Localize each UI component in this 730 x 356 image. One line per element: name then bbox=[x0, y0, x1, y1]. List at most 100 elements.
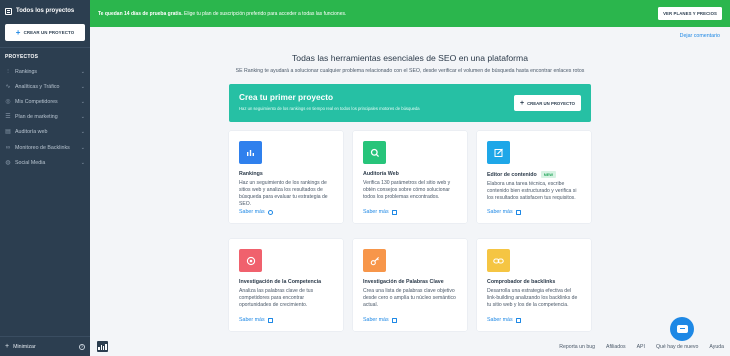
learn-more-link[interactable]: Saber más bbox=[363, 209, 397, 215]
sidebar-item-social[interactable]: ◍ Social Media ⌄ bbox=[0, 155, 90, 170]
chevron-down-icon: ⌄ bbox=[80, 68, 85, 75]
bar-chart-icon bbox=[247, 150, 254, 156]
learn-more-link[interactable]: Saber más bbox=[239, 209, 273, 215]
trial-days-left: Te quedan 14 días de prueba gratis. bbox=[98, 10, 183, 17]
learn-more-label: Saber más bbox=[487, 209, 513, 215]
sidebar-item-analytics[interactable]: ∿ Analíticas y Tráfico ⌄ bbox=[0, 79, 90, 94]
card-icon-box bbox=[487, 249, 510, 272]
target-icon bbox=[246, 256, 255, 265]
footer-link-api[interactable]: API bbox=[637, 344, 645, 350]
social-icon: ◍ bbox=[5, 159, 11, 166]
sidebar: Todos los proyectos + CREAR UN PROYECTO … bbox=[0, 0, 90, 356]
card-title: Comprobador de backlinks bbox=[487, 279, 581, 285]
footer-links: Reporta un bug Afiliados API Qué hay de … bbox=[559, 344, 724, 350]
tool-card-rankings[interactable]: Rankings Haz un seguimiento de los ranki… bbox=[229, 131, 343, 223]
hero-create-project-label: CREAR UN PROYECTO bbox=[527, 100, 575, 106]
sidebar-item-competitors[interactable]: ◎ Mis Competidores ⌄ bbox=[0, 94, 90, 109]
minimize-label: Minimizar bbox=[13, 343, 36, 350]
chevron-down-icon: ⌄ bbox=[80, 83, 85, 90]
hero-create-project-button[interactable]: + CREAR UN PROYECTO bbox=[513, 95, 581, 111]
leave-feedback-link[interactable]: Dejar comentario bbox=[680, 33, 720, 39]
footer-link-affiliates[interactable]: Afiliados bbox=[606, 344, 626, 350]
page-title: Todas las herramientas esenciales de SEO… bbox=[292, 53, 528, 63]
chat-bubble-icon bbox=[676, 325, 688, 333]
card-icon-box bbox=[239, 141, 262, 164]
chevron-down-icon: ⌄ bbox=[80, 129, 85, 136]
plus-icon: + bbox=[519, 99, 525, 107]
card-icon-box bbox=[363, 249, 386, 272]
key-icon bbox=[370, 256, 379, 265]
all-projects-label: Todos los proyectos bbox=[16, 8, 75, 14]
footer-link-bug[interactable]: Reporta un bug bbox=[559, 344, 595, 350]
minimize-sidebar-button[interactable]: + Minimizar ? bbox=[0, 336, 90, 356]
card-title-text: Rankings bbox=[239, 171, 263, 177]
chevron-down-icon: ⌄ bbox=[80, 114, 85, 121]
tool-card-keyword-research[interactable]: Investigación de Palabras Clave Crea una… bbox=[353, 239, 467, 331]
tool-card-competitor-research[interactable]: Investigación de la Competencia Analiza … bbox=[229, 239, 343, 331]
sidebar-item-audit[interactable]: ▤ Auditoría web ⌄ bbox=[0, 125, 90, 140]
learn-more-label: Saber más bbox=[239, 317, 265, 323]
chevron-down-icon: ⌄ bbox=[80, 98, 85, 105]
sidebar-header: Todos los proyectos + CREAR UN PROYECTO bbox=[0, 0, 90, 48]
tool-card-backlink-checker[interactable]: Comprobador de backlinks Desarrolla una … bbox=[477, 239, 591, 331]
sidebar-item-label: Monitoreo de Backlinks bbox=[15, 144, 70, 151]
chat-support-button[interactable] bbox=[670, 317, 694, 341]
trial-banner-text: Te quedan 14 días de prueba gratis. Elig… bbox=[98, 11, 658, 17]
create-project-hero: Crea tu primer proyecto Haz un seguimien… bbox=[229, 84, 591, 122]
learn-more-label: Saber más bbox=[487, 317, 513, 323]
external-link-icon bbox=[267, 317, 273, 323]
stats-logo-icon[interactable] bbox=[97, 341, 108, 352]
projects-list-icon bbox=[5, 7, 12, 15]
card-title-text: Investigación de Palabras Clave bbox=[363, 279, 444, 285]
card-description: Verifica 130 parámetros del sitio web y … bbox=[363, 180, 451, 201]
card-icon-box bbox=[487, 141, 510, 164]
learn-more-link[interactable]: Saber más bbox=[239, 317, 273, 323]
card-description: Analiza las palabras clave de tus compet… bbox=[239, 288, 314, 309]
chevron-down-icon: ⌄ bbox=[80, 159, 85, 166]
external-link-icon bbox=[391, 317, 397, 323]
plus-icon: + bbox=[15, 27, 21, 37]
card-description: Desarrolla una estrategia efectiva del l… bbox=[487, 288, 578, 309]
trial-banner-message: Elige tu plan de suscripción preferido p… bbox=[182, 10, 347, 17]
view-plans-button[interactable]: VER PLANES Y PRECIOS bbox=[658, 7, 722, 20]
all-projects-link[interactable]: Todos los proyectos bbox=[5, 6, 85, 16]
external-link-icon bbox=[515, 209, 521, 215]
sidebar-create-project-label: CREAR UN PROYECTO bbox=[23, 30, 75, 35]
card-title: Investigación de Palabras Clave bbox=[363, 279, 457, 285]
card-title: Investigación de la Competencia bbox=[239, 279, 333, 285]
analytics-icon: ∿ bbox=[5, 83, 11, 90]
sidebar-section-title: PROYECTOS bbox=[5, 54, 39, 60]
card-title-text: Comprobador de backlinks bbox=[487, 279, 556, 285]
learn-more-label: Saber más bbox=[363, 209, 389, 215]
sidebar-item-rankings[interactable]: ⫶ Rankings ⌄ bbox=[0, 64, 90, 79]
card-description: Haz un seguimiento de los rankings de si… bbox=[239, 180, 328, 208]
footer-link-help[interactable]: Ayuda bbox=[709, 344, 724, 350]
trial-banner: Te quedan 14 días de prueba gratis. Elig… bbox=[90, 0, 730, 27]
tool-card-web-audit[interactable]: Auditoría Web Verifica 130 parámetros de… bbox=[353, 131, 467, 223]
learn-more-link[interactable]: Saber más bbox=[487, 209, 521, 215]
card-icon-box bbox=[239, 249, 262, 272]
tool-card-content-editor[interactable]: Editor de contenido NEW Elabora una tarea… bbox=[477, 131, 591, 223]
competitors-icon: ◎ bbox=[5, 98, 11, 105]
sidebar-create-project-button[interactable]: + CREAR UN PROYECTO bbox=[5, 24, 85, 41]
rankings-icon: ⫶ bbox=[7, 68, 9, 75]
card-title: Auditoría Web bbox=[363, 171, 457, 177]
marketing-plan-icon: ☰ bbox=[5, 114, 11, 121]
card-title-text: Editor de contenido bbox=[487, 171, 537, 178]
external-link-icon bbox=[515, 317, 521, 323]
sidebar-item-backlinks[interactable]: ∞ Monitoreo de Backlinks ⌄ bbox=[0, 140, 90, 155]
learn-more-link[interactable]: Saber más bbox=[363, 317, 397, 323]
new-badge: NEW bbox=[540, 171, 557, 178]
play-icon bbox=[267, 209, 273, 215]
footer-link-whats-new[interactable]: Qué hay de nuevo bbox=[656, 344, 698, 350]
learn-more-label: Saber más bbox=[239, 209, 265, 215]
backlinks-icon: ∞ bbox=[5, 144, 11, 151]
learn-more-link[interactable]: Saber más bbox=[487, 317, 521, 323]
learn-more-label: Saber más bbox=[363, 317, 389, 323]
card-title-text: Auditoría Web bbox=[363, 171, 399, 177]
sidebar-item-label: Analíticas y Tráfico bbox=[15, 83, 60, 90]
external-link-icon bbox=[391, 209, 397, 215]
help-icon[interactable]: ? bbox=[79, 343, 85, 350]
sidebar-item-marketing-plan[interactable]: ☰ Plan de marketing ⌄ bbox=[0, 110, 90, 125]
card-title-text: Investigación de la Competencia bbox=[239, 279, 322, 285]
